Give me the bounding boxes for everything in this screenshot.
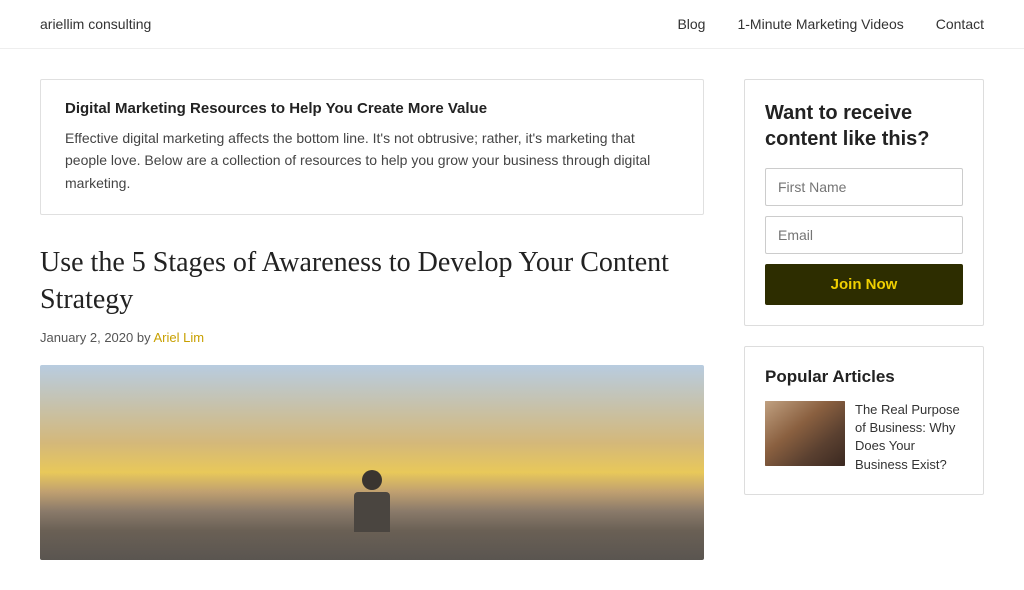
person-body [354,492,390,532]
nav-contact[interactable]: Contact [936,16,984,32]
nav-blog[interactable]: Blog [677,16,705,32]
newsletter-widget: Want to receive content like this? Join … [744,79,984,326]
first-name-input[interactable] [765,168,963,206]
intro-heading: Digital Marketing Resources to Help You … [65,100,679,117]
sidebar: Want to receive content like this? Join … [744,79,984,560]
popular-articles-widget: Popular Articles The Real Purpose of Bus… [744,346,984,495]
article-image [40,365,704,560]
article-author[interactable]: Ariel Lim [153,330,204,345]
person-head [362,470,382,490]
popular-article-item: The Real Purpose of Business: Why Does Y… [765,401,963,474]
article-date: January 2, 2020 [40,330,133,345]
email-input[interactable] [765,216,963,254]
article-title[interactable]: Use the 5 Stages of Awareness to Develop… [40,245,704,318]
site-logo: ariellim consulting [40,16,151,32]
article-preview: Use the 5 Stages of Awareness to Develop… [40,245,704,560]
intro-body: Effective digital marketing affects the … [65,127,679,194]
join-now-button[interactable]: Join Now [765,264,963,305]
popular-article-thumbnail [765,401,845,466]
newsletter-title: Want to receive content like this? [765,100,963,152]
person-silhouette [352,470,392,530]
article-by: by [137,330,154,345]
nav-videos[interactable]: 1-Minute Marketing Videos [737,16,903,32]
popular-articles-title: Popular Articles [765,367,963,387]
main-nav: Blog 1-Minute Marketing Videos Contact [677,16,984,32]
intro-section: Digital Marketing Resources to Help You … [40,79,704,215]
article-meta: January 2, 2020 by Ariel Lim [40,330,704,345]
main-content: Digital Marketing Resources to Help You … [40,79,704,560]
thumb-overlay [765,401,845,466]
popular-article-text[interactable]: The Real Purpose of Business: Why Does Y… [855,401,963,474]
